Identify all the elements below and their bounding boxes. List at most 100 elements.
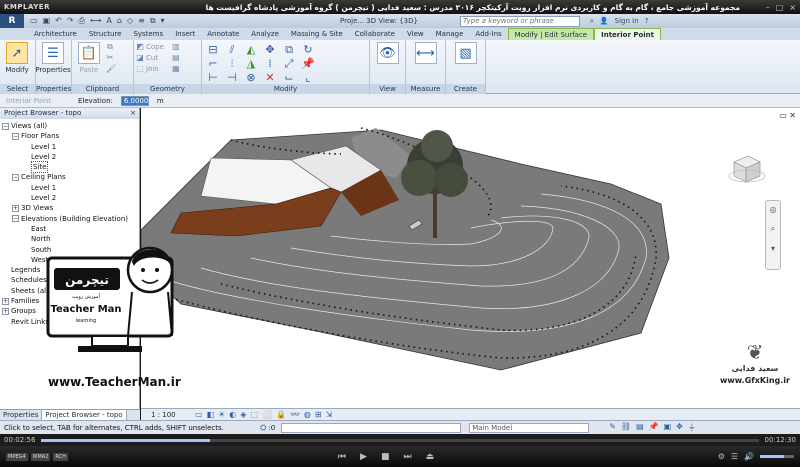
trim-extend-icon[interactable]: ⊢ [204,71,222,84]
tab-project-browser[interactable]: Project Browser - topo [42,410,127,420]
expand-icon[interactable]: + [2,297,9,305]
shadows-icon[interactable]: ◐ [229,410,236,419]
join-button[interactable]: ⬚ Join [136,64,164,73]
view-scale[interactable]: 1 : 100 [151,411,191,419]
tree-node[interactable]: Site [2,161,139,174]
tab-modify-edit-surface[interactable]: Modify | Edit Surface [507,28,595,40]
expand-icon[interactable]: + [2,307,9,315]
offset-icon[interactable]: ⫽ [223,43,241,56]
tree-node[interactable]: − Floor Plans [2,131,139,141]
tab-analyze[interactable]: Analyze [245,28,285,40]
unpin-icon[interactable]: ⊗ [242,71,260,84]
copy-modify-icon[interactable]: ⧉ [280,43,298,56]
tree-node[interactable]: − Views (all) [2,121,139,131]
visual-style-icon[interactable]: ◧ [207,410,215,419]
elevation-field[interactable] [120,95,149,106]
lock-view-icon[interactable]: 🔒 [276,410,286,419]
tree-node[interactable]: − Ceiling Plans [2,172,139,182]
worksharing-icon[interactable]: ⛭ [260,423,266,433]
drawing-canvas[interactable]: ▭ ✕ ◎ ⌕ ▾ [141,108,800,408]
undo-icon[interactable]: ↶ [55,16,62,26]
tab-view[interactable]: View [401,28,430,40]
play-icon[interactable]: ▶ [360,452,367,462]
collapse-icon[interactable]: − [12,174,19,182]
section-icon[interactable]: ◇ [127,16,133,26]
mirror-axis-icon[interactable]: ◭ [242,43,260,56]
show-crop-icon[interactable]: ⬜ [262,410,272,419]
tree-node[interactable]: East [2,224,139,234]
close-hidden-icon[interactable]: ⧉ [150,16,156,26]
tab-collaborate[interactable]: Collaborate [349,28,401,40]
tab-massing-site[interactable]: Massing & Site [285,28,349,40]
close-icon[interactable]: × [130,108,136,119]
trim-icon[interactable]: ⌐ [204,57,222,70]
tab-structure[interactable]: Structure [83,28,128,40]
tab-add-ins[interactable]: Add-Ins [469,28,507,40]
stop-icon[interactable]: ■ [381,452,390,462]
save-icon[interactable]: ▣ [43,16,51,26]
temporary-hide-icon[interactable]: 👓 [290,410,300,419]
topo-svg[interactable] [141,108,800,408]
reveal-hidden-icon[interactable]: ◍ [304,410,311,419]
tree-node[interactable]: Level 1 [2,183,139,193]
crop-view-icon[interactable]: ⬚ [250,410,258,419]
paste-button[interactable]: 📋 Paste [74,42,104,74]
cut-geometry-button[interactable]: ◪ Cut [136,53,164,62]
mirror-draw-icon[interactable]: ◮ [242,57,260,70]
select-links-icon[interactable]: ⛓ [621,422,631,433]
view-cube[interactable] [726,148,766,188]
sign-in-link[interactable]: Sign In [615,17,639,25]
default-3d-icon[interactable]: ⌂ [117,16,122,26]
eject-icon[interactable]: ⏏ [426,452,435,462]
paint-button[interactable]: ▦ [172,64,180,73]
tree-node[interactable]: − Elevations (Building Elevation) [2,214,139,224]
tree-node[interactable]: Level 1 [2,142,139,152]
tab-systems[interactable]: Systems [127,28,169,40]
tree-node[interactable]: Level 2 [2,193,139,203]
playlist-icon[interactable]: ☰ [731,452,738,461]
view-tool-button[interactable]: 👁 [373,42,403,66]
highlight-displacement-icon[interactable]: ⇲ [326,410,333,419]
nav-options-icon[interactable]: ▾ [766,244,780,253]
trim-single-icon[interactable]: ⌙ [280,71,298,84]
switch-windows-icon[interactable]: ▾ [161,16,165,26]
split-gap-icon[interactable]: ⊣ [223,71,241,84]
modify-tool-button[interactable]: ➚ Modify [2,42,32,74]
help-search-input[interactable] [463,17,579,25]
navigation-bar[interactable]: ◎ ⌕ ▾ [765,200,781,270]
print-icon[interactable]: ⎙ [79,16,85,26]
design-option-combo[interactable]: Main Model [469,422,590,433]
zoom-icon[interactable]: ⌕ [766,224,780,234]
filter-icon[interactable]: ⏚ [688,422,696,433]
tree-node[interactable]: Level 2 [2,152,139,162]
select-pinned-icon[interactable]: 📌 [649,422,659,433]
move-icon[interactable]: ✥ [261,43,279,56]
collapse-icon[interactable]: − [2,122,9,130]
wall-joins-button[interactable]: ▥ [172,42,180,51]
drag-elements-icon[interactable]: ✥ [676,422,683,433]
volume-slider[interactable] [760,455,794,458]
render-icon[interactable]: ◈ [240,410,246,419]
cut-clipboard-button[interactable]: ✂ [106,53,114,62]
search-icon[interactable]: ⌕ [590,17,594,26]
settings-icon[interactable]: ⚙ [718,452,725,461]
scale-icon[interactable]: ⤢ [280,57,298,70]
rotate-icon[interactable]: ↻ [299,43,317,56]
extend-multiple-icon[interactable]: ⌞ [299,71,317,84]
minimize-icon[interactable]: – [766,3,770,12]
tab-insert[interactable]: Insert [169,28,201,40]
tab-manage[interactable]: Manage [430,28,470,40]
sun-path-icon[interactable]: ☀ [218,410,225,419]
tree-node[interactable]: +3D Views [2,203,139,213]
align-icon[interactable]: ⊟ [204,43,222,56]
text-icon[interactable]: A [106,16,111,26]
measure-icon[interactable]: ⟷ [90,16,101,26]
tab-annotate[interactable]: Annotate [201,28,245,40]
select-face-icon[interactable]: ▣ [664,422,672,433]
create-tool-button[interactable]: ▧ [451,42,481,66]
match-type-button[interactable]: 🖌 [106,64,116,73]
help-icon[interactable]: ? [645,17,649,25]
canvas-window-controls[interactable]: ▭ ✕ [779,111,796,120]
collapse-icon[interactable]: − [12,215,19,223]
speaker-icon[interactable]: 🔊 [744,452,754,461]
